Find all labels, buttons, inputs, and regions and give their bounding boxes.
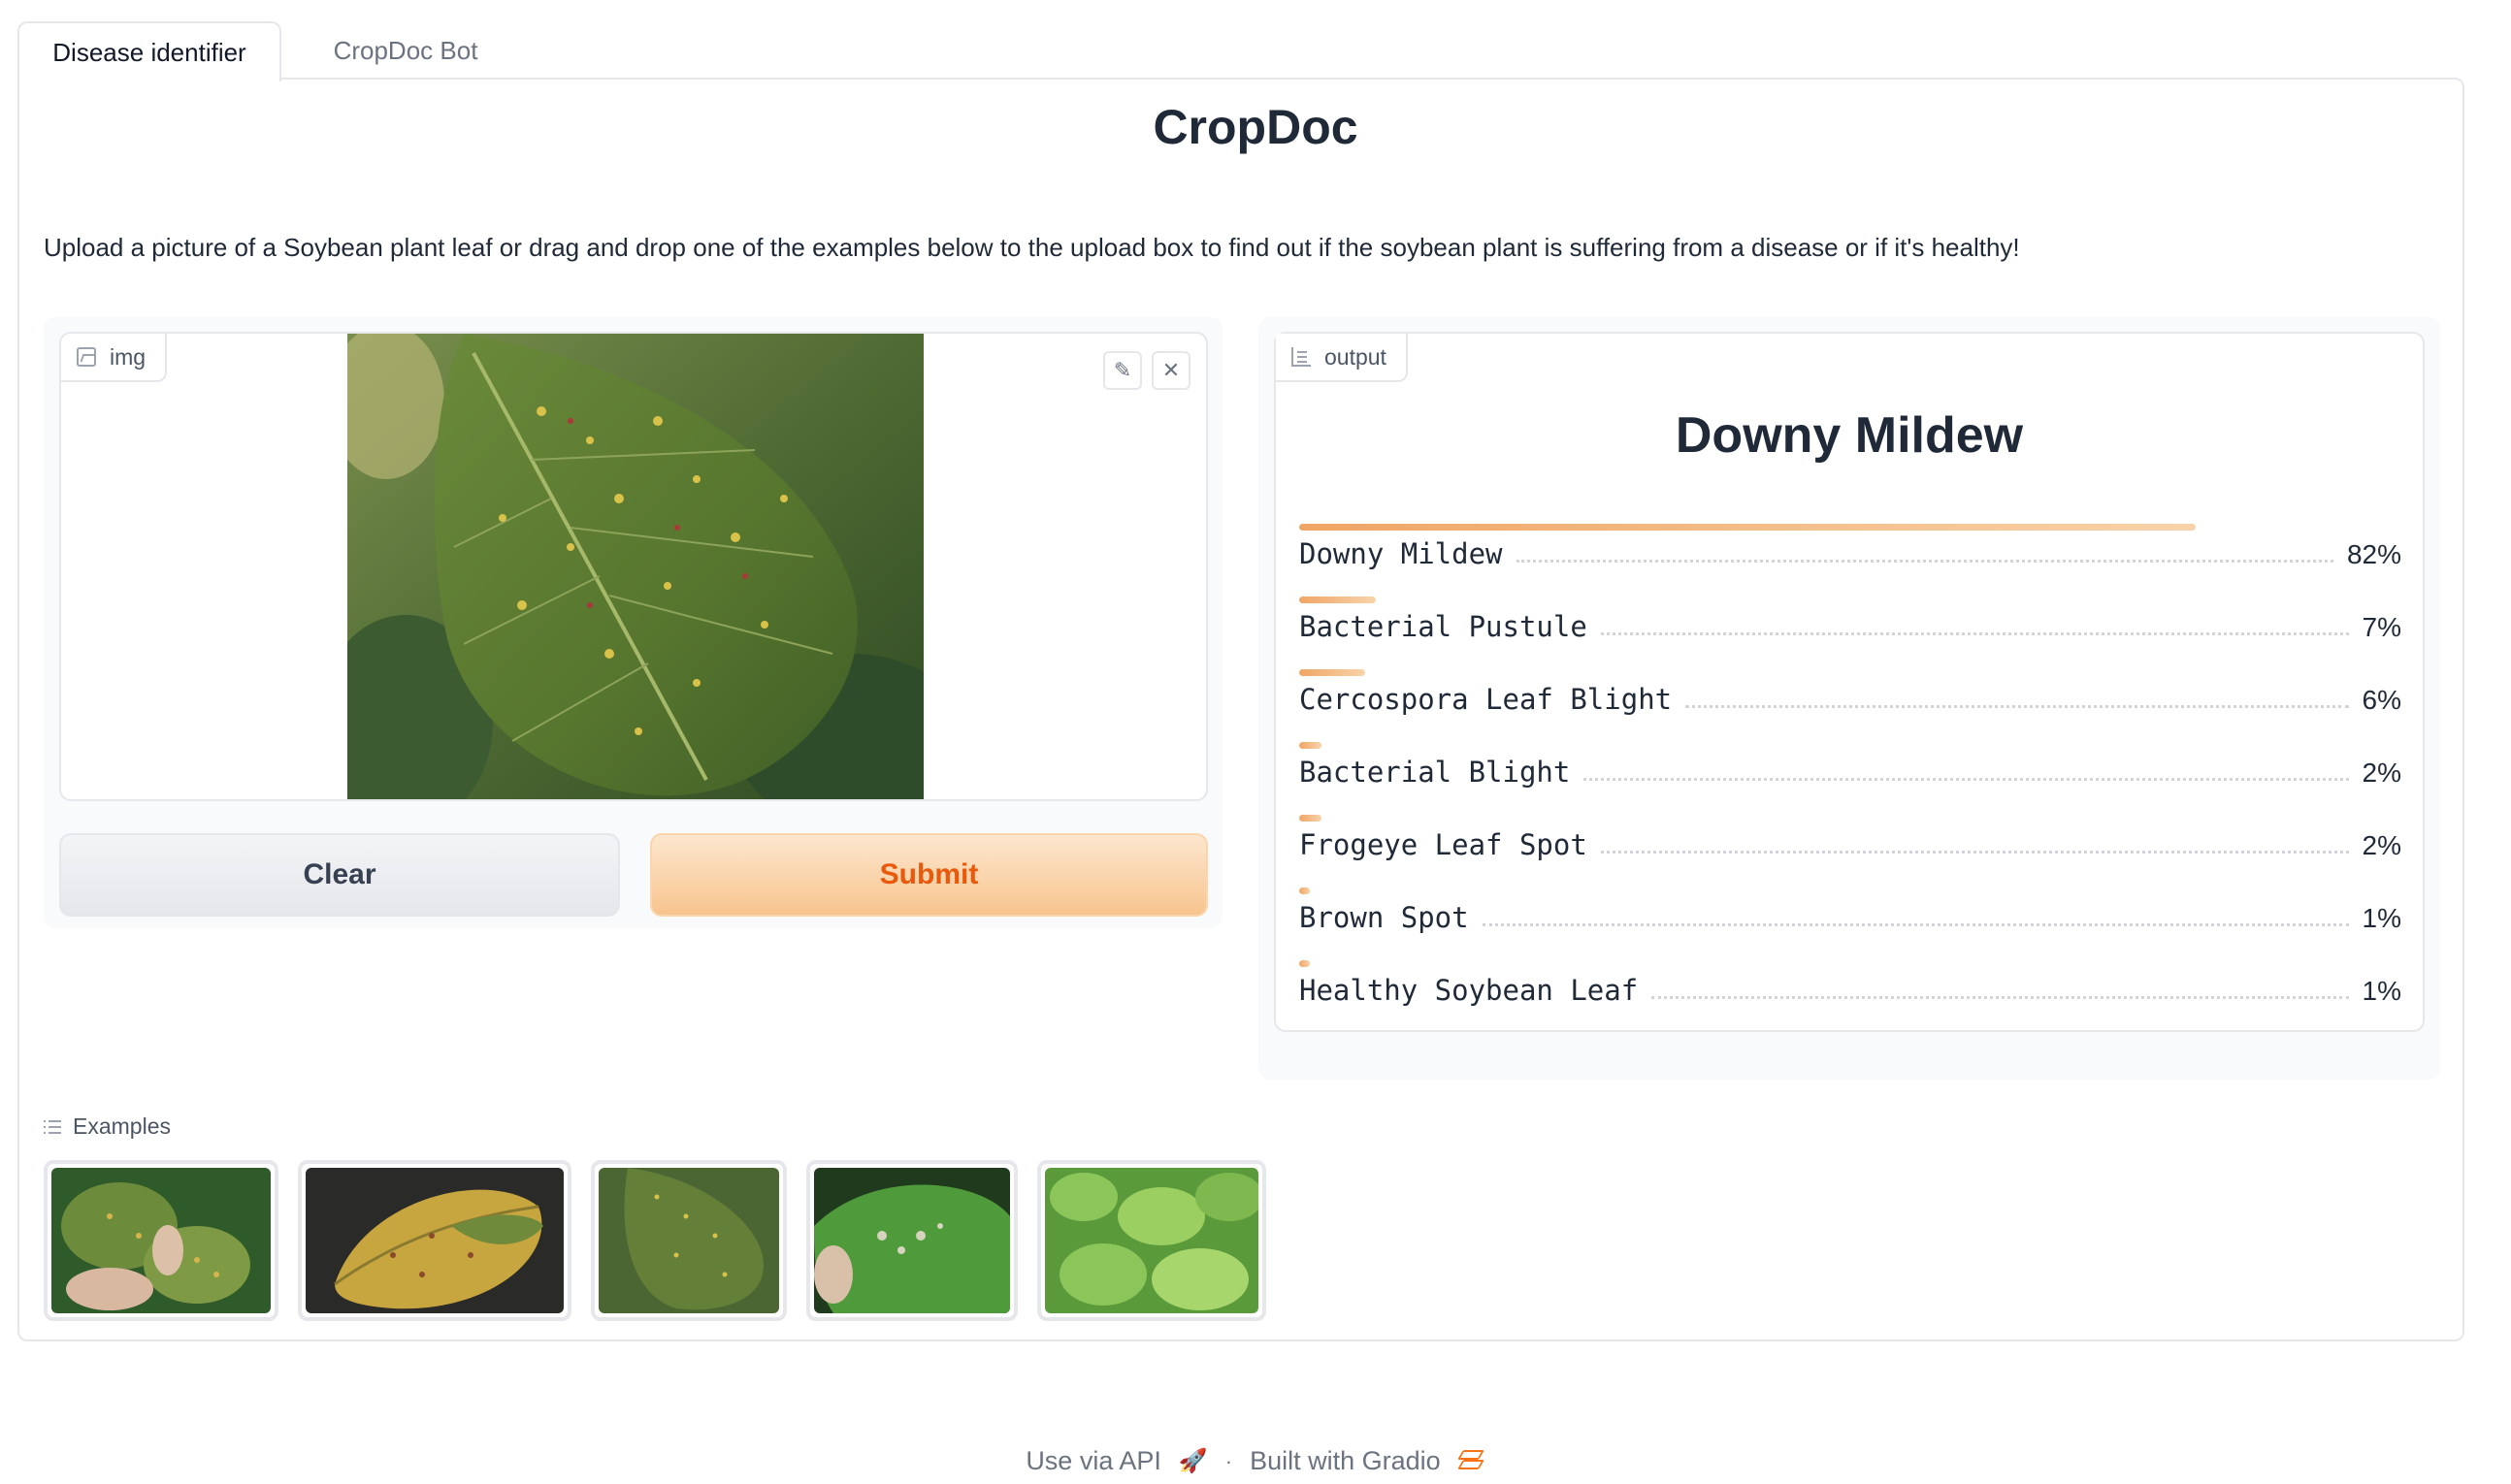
dotted-leader: [1482, 923, 2349, 926]
page-description: Upload a picture of a Soybean plant leaf…: [44, 233, 2020, 262]
example-thumbnail-2[interactable]: [298, 1160, 571, 1321]
confidence-label: Downy Mildew: [1299, 537, 1503, 570]
image-icon: [77, 347, 96, 367]
confidence-bar: [1299, 815, 1321, 822]
built-with-gradio-link[interactable]: Built with Gradio: [1250, 1446, 1441, 1476]
use-via-api-link[interactable]: Use via API: [1026, 1446, 1161, 1476]
dotted-leader: [1600, 851, 2349, 854]
image-label: img: [61, 334, 168, 382]
confidence-percent: 6%: [2362, 685, 2401, 715]
uploaded-leaf-image: [347, 334, 924, 799]
gradio-logo-icon: [1456, 1449, 1485, 1473]
confidence-percent: 1%: [2362, 903, 2401, 933]
tab-bar: Disease identifier CropDoc Bot: [17, 21, 2464, 81]
confidence-row: Cercospora Leaf Blight 6%: [1299, 683, 2401, 716]
confidence-percent: 7%: [2362, 612, 2401, 642]
confidence-label: Healthy Soybean Leaf: [1299, 974, 1639, 1007]
examples-label: Examples: [73, 1113, 171, 1139]
confidence-row: Bacterial Blight 2%: [1299, 756, 2401, 789]
predicted-class: Downy Mildew: [1675, 407, 2024, 464]
confidence-percent: 2%: [2362, 758, 2401, 788]
examples-header: Examples: [44, 1113, 171, 1140]
confidence-bar: [1299, 887, 1310, 894]
confidence-row: Downy Mildew 82%: [1299, 537, 2401, 570]
confidence-item: Cercospora Leaf Blight 6%: [1299, 669, 2401, 742]
bar-chart-icon: [1291, 347, 1311, 367]
confidence-item: Bacterial Pustule 7%: [1299, 597, 2401, 669]
dotted-leader: [1583, 778, 2349, 781]
confidence-label: Bacterial Pustule: [1299, 610, 1587, 643]
close-icon[interactable]: ✕: [1152, 351, 1190, 390]
clear-button[interactable]: Clear: [59, 833, 620, 917]
confidence-item: Downy Mildew 82%: [1299, 524, 2401, 597]
example-thumbnail-5[interactable]: [1037, 1160, 1266, 1321]
confidence-item: Frogeye Leaf Spot 2%: [1299, 815, 2401, 887]
confidence-item: Brown Spot 1%: [1299, 887, 2401, 960]
confidence-percent: 1%: [2362, 976, 2401, 1006]
output-label: output: [1276, 334, 1408, 382]
confidence-percent: 2%: [2362, 830, 2401, 860]
footer-separator: ·: [1224, 1448, 1233, 1473]
footer: Use via API 🚀 · Built with Gradio: [0, 1446, 2511, 1476]
tab-disease-identifier[interactable]: Disease identifier: [17, 21, 281, 81]
dotted-leader: [1651, 996, 2349, 999]
confidence-list: Downy Mildew 82% Bacterial Pustule 7% Cercos…: [1299, 524, 2401, 1033]
dotted-leader: [1600, 632, 2349, 635]
list-icon: [44, 1119, 61, 1135]
confidence-label: Bacterial Blight: [1299, 756, 1571, 789]
confidence-row: Bacterial Pustule 7%: [1299, 610, 2401, 643]
confidence-bar: [1299, 524, 2196, 531]
confidence-row: Brown Spot 1%: [1299, 901, 2401, 934]
image-label-text: img: [110, 343, 147, 370]
confidence-bar: [1299, 597, 1376, 603]
edit-icon[interactable]: ✎: [1103, 351, 1142, 390]
image-tools: ✎ ✕: [1103, 351, 1190, 390]
confidence-bar: [1299, 669, 1365, 676]
rocket-icon: 🚀: [1178, 1448, 1208, 1474]
confidence-label: Brown Spot: [1299, 901, 1469, 934]
confidence-percent: 82%: [2346, 539, 2401, 569]
dotted-leader: [1516, 560, 2333, 563]
example-thumbnail-4[interactable]: [806, 1160, 1018, 1321]
confidence-row: Frogeye Leaf Spot 2%: [1299, 828, 2401, 861]
confidence-bar: [1299, 742, 1321, 749]
dotted-leader: [1685, 705, 2349, 708]
confidence-label: Cercospora Leaf Blight: [1299, 683, 1673, 716]
input-column: img ✎ ✕ Clear Submit: [44, 317, 1223, 928]
image-upload[interactable]: img ✎ ✕: [59, 332, 1208, 801]
example-thumbnail-1[interactable]: [44, 1160, 278, 1321]
confidence-bar: [1299, 960, 1310, 967]
submit-button[interactable]: Submit: [650, 833, 1208, 917]
output-label-text: output: [1324, 343, 1386, 370]
confidence-label: Frogeye Leaf Spot: [1299, 828, 1587, 861]
confidence-item: Bacterial Blight 2%: [1299, 742, 2401, 815]
example-thumbnail-3[interactable]: [591, 1160, 787, 1321]
output-column: output Downy Mildew Downy Mildew 82% Bacte…: [1258, 317, 2440, 1080]
tab-cropdoc-bot[interactable]: CropDoc Bot: [281, 21, 530, 80]
confidence-item: Healthy Soybean Leaf 1%: [1299, 960, 2401, 1033]
page-title: CropDoc: [1153, 100, 1358, 154]
confidence-row: Healthy Soybean Leaf 1%: [1299, 974, 2401, 1007]
output-label-panel: output Downy Mildew Downy Mildew 82% Bacte…: [1274, 332, 2425, 1032]
